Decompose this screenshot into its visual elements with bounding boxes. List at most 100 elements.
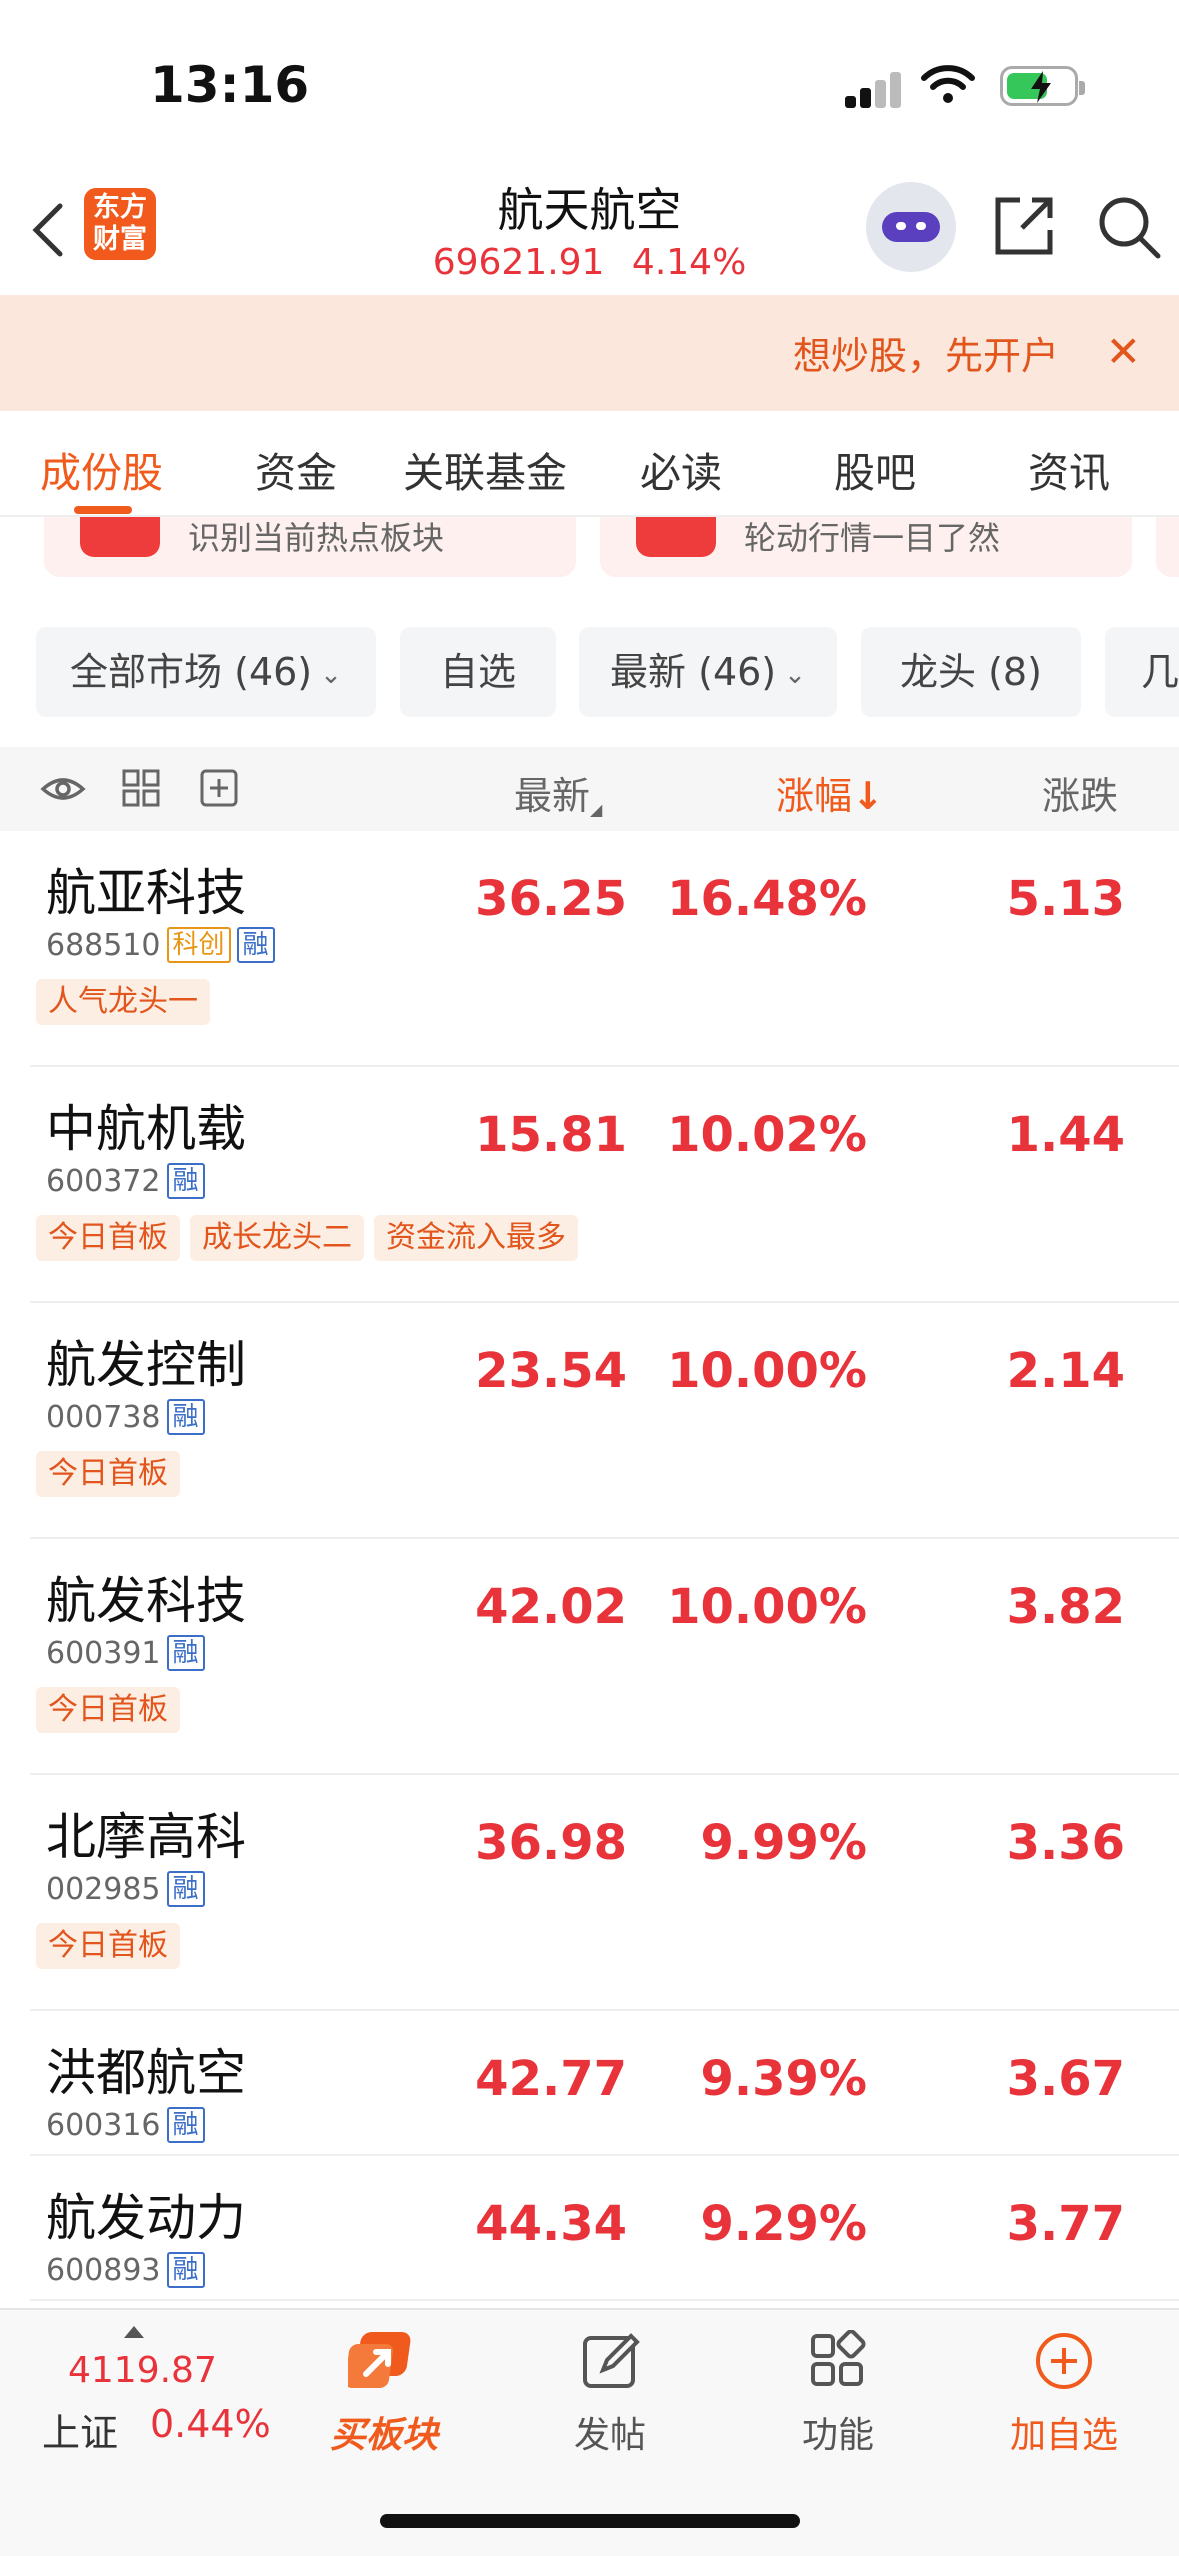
stock-name: 航发控制 [46, 1336, 246, 1394]
filter-all-markets-label: 全部市场 (46) [70, 650, 313, 694]
stock-tag: 人气龙头一 [36, 979, 210, 1025]
stock-code-line: 688510 科创融 [46, 927, 275, 963]
stock-code: 600391 [46, 1636, 161, 1671]
stock-tag: 今日首板 [36, 1687, 180, 1733]
stock-tags: 今日首板 成长龙头二 资金流入最多 [36, 1215, 588, 1261]
stock-price: 23.54 [475, 1343, 627, 1399]
add-column-icon[interactable] [198, 767, 240, 809]
banner-text: 想炒股，先开户 [792, 334, 1059, 378]
tab-news[interactable]: 资讯 [1028, 439, 1110, 499]
stock-price: 42.02 [475, 1579, 627, 1635]
active-tab-indicator [74, 506, 132, 514]
stock-change-amt: 3.36 [1006, 1815, 1125, 1871]
share-icon[interactable] [992, 194, 1056, 258]
stock-change-amt: 2.14 [1006, 1343, 1125, 1399]
filter-latest[interactable]: 最新 (46) ⌄ [579, 627, 837, 717]
filter-all-markets[interactable]: 全部市场 (46) ⌄ [36, 627, 376, 717]
stock-price: 15.81 [475, 1107, 627, 1163]
post-button[interactable]: 发帖 [520, 2330, 700, 2458]
table-row[interactable]: 航发动力 600893 融 44.34 9.29% 3.77 [30, 2156, 1179, 2301]
margin-badge: 融 [166, 1163, 205, 1199]
tab-related-funds[interactable]: 关联基金 [403, 439, 567, 499]
stock-name: 北摩高科 [46, 1808, 246, 1866]
caret-up-icon [124, 2326, 144, 2338]
stock-code-line: 600391 融 [46, 1635, 205, 1671]
sh-index-value: 4119.87 [68, 2350, 217, 2391]
margin-badge: 融 [236, 927, 275, 963]
battery-icon [1000, 66, 1085, 106]
stock-change-pct: 9.29% [700, 2196, 867, 2252]
edit-post-icon [583, 2333, 640, 2388]
close-icon[interactable]: ✕ [1106, 331, 1141, 373]
tab-constituents[interactable]: 成份股 [40, 439, 163, 499]
cellular-signal-icon [845, 70, 905, 108]
table-header: 最新◢ 涨幅↓ 涨跌 [0, 747, 1179, 831]
column-latest[interactable]: 最新◢ [514, 765, 602, 820]
stock-change-amt: 3.82 [1006, 1579, 1125, 1635]
stock-code: 002985 [46, 1872, 161, 1907]
stock-tags: 今日首板 [36, 1451, 190, 1497]
stock-code: 688510 [46, 928, 161, 963]
functions-button[interactable]: 功能 [748, 2329, 928, 2458]
table-row[interactable]: 航发控制 000738 融 23.54 10.00% 2.14 今日首板 [30, 1303, 1179, 1539]
table-row[interactable]: 航发科技 600391 融 42.02 10.00% 3.82 今日首板 [30, 1539, 1179, 1775]
buy-sector-icon [344, 2332, 411, 2388]
stock-code: 600372 [46, 1164, 161, 1199]
stock-code: 600893 [46, 2253, 161, 2288]
functions-label: 功能 [801, 2415, 874, 2456]
filter-leaders[interactable]: 龙头 (8) [861, 627, 1081, 717]
add-circle-icon [1036, 2333, 1092, 2389]
rotation-card[interactable]: 轮动行情一目了然 [600, 517, 1132, 577]
rotation-icon [636, 517, 716, 557]
table-row[interactable]: 中航机载 600372 融 15.81 10.02% 1.44 今日首板 成长龙头二… [30, 1067, 1179, 1303]
status-bar: 13:16 [0, 0, 1179, 170]
search-icon[interactable] [1096, 194, 1162, 260]
stock-code-line: 002985 融 [46, 1871, 205, 1907]
stock-tags: 今日首板 [36, 1923, 190, 1969]
stock-tag: 今日首板 [36, 1923, 180, 1969]
stock-tag: 资金流入最多 [374, 1215, 578, 1261]
hot-sector-card[interactable]: 识别当前热点板块 [44, 517, 576, 577]
stock-name: 航发动力 [46, 2189, 246, 2247]
ai-assistant-robot-icon[interactable] [866, 182, 956, 272]
buy-sector-button[interactable]: 买板块 [294, 2330, 474, 2458]
stock-tag: 今日首板 [36, 1215, 180, 1261]
grid-view-icon[interactable] [120, 767, 162, 809]
add-watchlist-button[interactable]: 加自选 [974, 2330, 1154, 2458]
margin-badge: 融 [166, 1635, 205, 1671]
stock-change-amt: 3.77 [1006, 2196, 1125, 2252]
tab-forum[interactable]: 股吧 [834, 439, 916, 499]
table-row[interactable]: 航亚科技 688510 科创融 36.25 16.48% 5.13 人气龙头一 [30, 831, 1179, 1067]
stock-change-pct: 10.00% [667, 1343, 867, 1399]
table-row[interactable]: 洪都航空 600316 融 42.77 9.39% 3.67 [30, 2011, 1179, 2156]
margin-badge: 融 [166, 1399, 205, 1435]
table-row[interactable]: 北摩高科 002985 融 36.98 9.99% 3.36 今日首板 [30, 1775, 1179, 2011]
column-change-pct-label: 涨幅 [776, 774, 853, 818]
filter-more[interactable]: 几 [1105, 627, 1179, 717]
stock-change-amt: 5.13 [1006, 871, 1125, 927]
tab-must-read[interactable]: 必读 [640, 439, 722, 499]
stock-change-amt: 1.44 [1006, 1107, 1125, 1163]
tab-funds[interactable]: 资金 [255, 439, 337, 499]
wifi-icon [921, 65, 975, 103]
stock-change-pct: 10.00% [667, 1579, 867, 1635]
add-watchlist-label: 加自选 [1009, 2415, 1118, 2456]
column-latest-label: 最新 [514, 774, 591, 818]
stock-code: 000738 [46, 1400, 161, 1435]
chevron-down-icon: ⌄ [784, 659, 806, 690]
column-change-amt[interactable]: 涨跌 [1042, 765, 1118, 820]
column-change-pct[interactable]: 涨幅↓ [776, 765, 884, 820]
stock-change-pct: 16.48% [667, 871, 867, 927]
stock-name: 洪都航空 [46, 2044, 246, 2102]
stock-code-line: 600316 融 [46, 2107, 205, 2143]
stock-price: 36.25 [475, 871, 627, 927]
stock-tag: 成长龙头二 [190, 1215, 364, 1261]
eye-icon[interactable] [40, 767, 86, 811]
filter-watchlist[interactable]: 自选 [400, 627, 556, 717]
open-account-banner[interactable]: 想炒股，先开户 ✕ [0, 295, 1179, 411]
sh-index-name: 上证 [42, 2411, 119, 2455]
filter-latest-label: 最新 (46) [610, 650, 777, 694]
rotation-text: 轮动行情一目了然 [744, 519, 1001, 557]
stock-price: 44.34 [475, 2196, 627, 2252]
sort-down-arrow-icon: ↓ [852, 774, 884, 818]
